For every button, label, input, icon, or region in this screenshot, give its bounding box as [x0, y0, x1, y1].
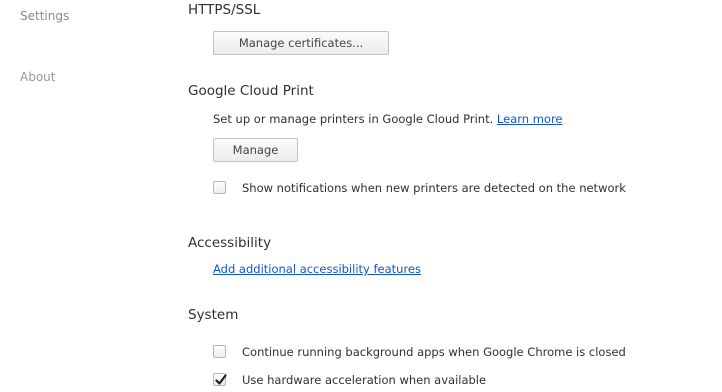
cloud-print-description: Set up or manage printers in Google Clou…: [213, 112, 494, 126]
printer-notifications-checkbox[interactable]: [213, 181, 226, 194]
https-ssl-heading: HTTPS/SSL: [188, 2, 261, 18]
printer-notifications-label: Show notifications when new printers are…: [242, 181, 626, 195]
sidebar-item-about[interactable]: About: [20, 70, 55, 84]
learn-more-link[interactable]: Learn more: [497, 112, 563, 126]
settings-page: Settings About HTTPS/SSL Manage certific…: [0, 0, 722, 392]
manage-certificates-button[interactable]: Manage certificates...: [213, 31, 389, 55]
cloud-print-description-row: Set up or manage printers in Google Clou…: [213, 112, 563, 126]
background-apps-label: Continue running background apps when Go…: [242, 345, 626, 359]
accessibility-heading: Accessibility: [188, 235, 272, 251]
background-apps-checkbox[interactable]: [213, 345, 226, 358]
hardware-acceleration-checkbox[interactable]: [213, 373, 227, 386]
google-cloud-print-heading: Google Cloud Print: [188, 83, 314, 99]
sidebar-item-settings[interactable]: Settings: [20, 9, 69, 23]
add-accessibility-features-link[interactable]: Add additional accessibility features: [213, 262, 421, 276]
system-heading: System: [188, 307, 239, 323]
hardware-acceleration-label: Use hardware acceleration when available: [242, 373, 487, 387]
manage-printers-button[interactable]: Manage: [213, 138, 298, 162]
checkmark-icon: [215, 374, 227, 385]
